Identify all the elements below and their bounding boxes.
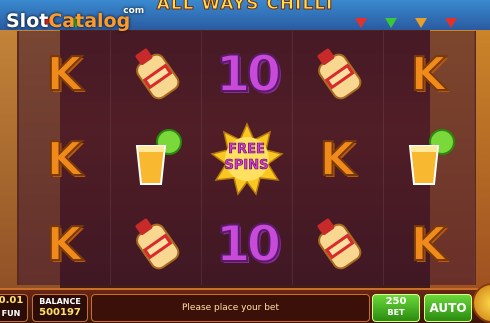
symbol-k: K <box>292 116 383 201</box>
symbol-k: K <box>19 31 110 116</box>
symbol-tequila-shot <box>110 116 201 201</box>
symbol-tequila-bottle <box>110 201 201 286</box>
symbol-k: K <box>383 31 474 116</box>
balance-label: BALANCE <box>39 297 81 306</box>
k-symbol-letter: K <box>46 46 84 102</box>
symbol-ten: 10 <box>201 31 292 116</box>
reel-1: K K K <box>19 31 111 285</box>
reel-2 <box>110 31 202 285</box>
ten-symbol-number: 10 <box>215 44 283 104</box>
bet-value: 250 <box>385 296 407 307</box>
reel-4: K <box>292 31 384 285</box>
symbol-k: K <box>19 201 110 286</box>
symbol-tequila-bottle <box>292 201 383 286</box>
ten-symbol-number: 10 <box>215 214 283 274</box>
control-bar: 0.01 FUN BALANCE 500197 Please place you… <box>0 288 490 323</box>
watermark-part1: Slot <box>6 10 49 32</box>
tequila-bottle-icon <box>317 48 361 99</box>
symbol-free-spins: FREE SPINS <box>201 116 292 201</box>
tequila-bottle-icon <box>317 218 361 269</box>
symbol-tequila-shot <box>383 116 474 201</box>
symbol-tequila-bottle <box>292 31 383 116</box>
k-symbol-letter: K <box>46 216 84 272</box>
bet-button[interactable]: 250 BET <box>372 294 420 322</box>
k-symbol-letter: K <box>46 131 84 187</box>
auto-button[interactable]: AUTO <box>424 294 472 322</box>
free-spins-badge: FREE SPINS <box>209 121 284 196</box>
free-spins-text: FREE SPINS <box>210 141 284 174</box>
game-stage: ALL WAYS CHILLI SlotCatalog com K K K 10… <box>0 0 490 323</box>
tequila-shot-icon <box>135 128 182 185</box>
coin-value-box[interactable]: 0.01 FUN <box>0 294 28 322</box>
bunting-flag <box>385 18 397 28</box>
balance-value: 500197 <box>39 307 81 318</box>
k-symbol-letter: K <box>319 131 357 187</box>
tequila-bottle-icon <box>135 48 179 99</box>
tequila-shot-icon <box>408 128 455 185</box>
bunting-flag <box>355 18 367 28</box>
coin-unit: FUN <box>1 309 21 318</box>
symbol-ten: 10 <box>201 201 292 286</box>
status-message: Please place your bet <box>91 294 370 322</box>
k-symbol-letter: K <box>410 46 448 102</box>
symbol-k: K <box>383 201 474 286</box>
bunting-flag <box>445 18 457 28</box>
symbol-tequila-bottle <box>110 31 201 116</box>
reel-3: 10 FREE SPINS 10 <box>201 31 293 285</box>
k-symbol-letter: K <box>410 216 448 272</box>
free-spins-line2: SPINS <box>224 157 269 173</box>
symbol-k: K <box>19 116 110 201</box>
coin-value: 0.01 <box>0 295 24 306</box>
reel-5: K K <box>383 31 475 285</box>
free-spins-line1: FREE <box>228 141 265 157</box>
auto-label: AUTO <box>429 301 467 315</box>
reels-area: K K K 10 FREE SPINS 10 K K K <box>17 31 476 285</box>
balance-box: BALANCE 500197 <box>32 294 88 322</box>
watermark-suffix: com <box>123 6 145 16</box>
game-title: ALL WAYS CHILLI <box>156 0 334 15</box>
bunting-flag <box>415 18 427 28</box>
watermark-part2: Catalog <box>48 10 131 32</box>
tequila-bottle-icon <box>135 218 179 269</box>
watermark-logo: SlotCatalog com <box>6 6 144 32</box>
bet-label: BET <box>387 308 405 317</box>
